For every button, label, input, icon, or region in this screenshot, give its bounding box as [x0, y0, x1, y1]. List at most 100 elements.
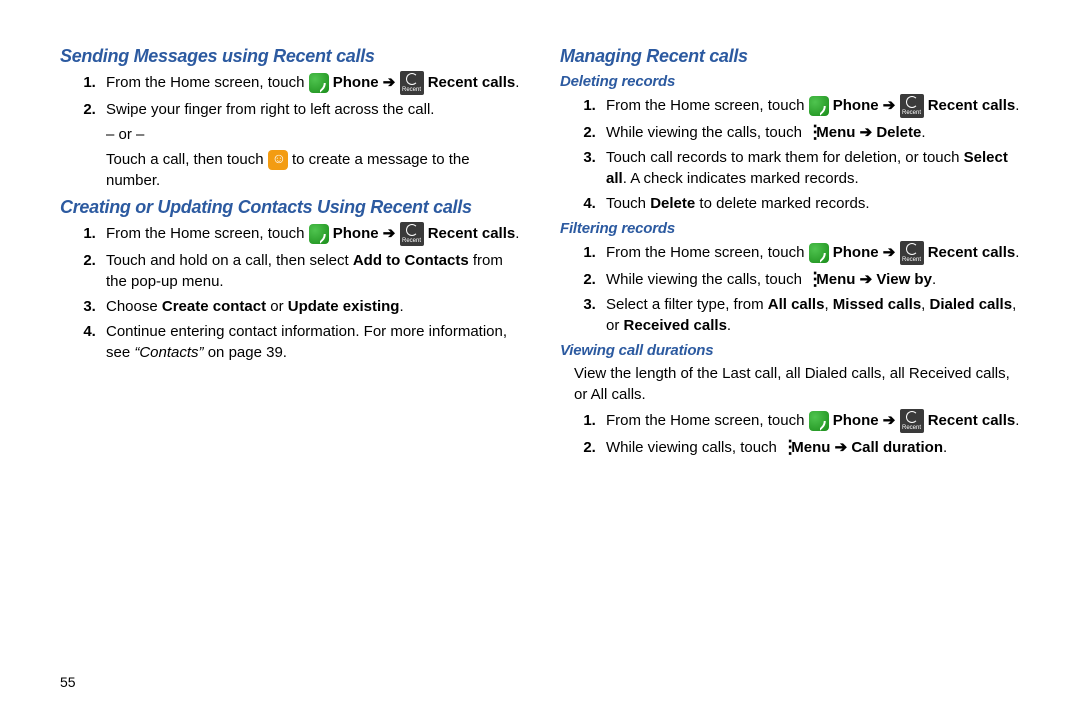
list-item: Swipe your finger from right to left acr…: [100, 99, 520, 191]
list-deleting: From the Home screen, touch Phone Recent…: [560, 94, 1020, 214]
list-creating-contacts: From the Home screen, touch Phone Recent…: [60, 222, 520, 363]
list-sending-messages: From the Home screen, touch Phone Recent…: [60, 71, 520, 191]
phone-label: Phone: [333, 74, 400, 91]
recent-label: Recent calls: [928, 412, 1016, 429]
text: Select a filter type, from: [606, 296, 768, 313]
text: .: [932, 271, 936, 288]
phone-icon: [809, 96, 829, 116]
heading-managing-recent: Managing Recent calls: [560, 46, 1020, 67]
text: While viewing the calls, touch: [606, 124, 806, 141]
menu-label: Menu: [816, 271, 876, 288]
heading-sending-messages: Sending Messages using Recent calls: [60, 46, 520, 67]
menu-label: Menu: [816, 124, 876, 141]
heading-creating-contacts: Creating or Updating Contacts Using Rece…: [60, 197, 520, 218]
bold-text: Missed calls: [833, 296, 921, 313]
menu-label: Menu: [791, 439, 851, 456]
text: ,: [921, 296, 929, 313]
text: .: [1015, 244, 1019, 261]
bold-text: Update existing: [288, 298, 400, 315]
text: .: [515, 225, 519, 242]
subheading-filtering: Filtering records: [560, 220, 1020, 237]
recent-icon: [400, 71, 424, 95]
text: Swipe your finger from right to left acr…: [106, 101, 434, 118]
bold-text: All calls: [768, 296, 825, 313]
text: . A check indicates marked records.: [623, 170, 859, 187]
or-text: – or –: [106, 124, 520, 145]
text: While viewing calls, touch: [606, 439, 781, 456]
recent-icon: [900, 94, 924, 118]
text: Choose: [106, 298, 162, 315]
bold-text: Add to Contacts: [353, 252, 469, 269]
phone-icon: [309, 224, 329, 244]
recent-label: Recent calls: [928, 97, 1016, 114]
list-item: From the Home screen, touch Phone Recent…: [600, 241, 1020, 265]
page-columns: Sending Messages using Recent calls From…: [60, 40, 1020, 464]
recent-label: Recent calls: [428, 225, 516, 242]
message-icon: [268, 150, 288, 170]
bold-text: Create contact: [162, 298, 266, 315]
text: or: [266, 298, 288, 315]
bold-text: Dialed calls: [930, 296, 1013, 313]
intro-durations: View the length of the Last call, all Di…: [574, 363, 1020, 405]
list-durations: From the Home screen, touch Phone Recent…: [560, 409, 1020, 458]
menu-icon: [806, 125, 812, 141]
left-column: Sending Messages using Recent calls From…: [60, 40, 520, 464]
text: on page 39.: [204, 344, 287, 361]
list-item: Touch call records to mark them for dele…: [600, 147, 1020, 189]
phone-label: Phone: [833, 97, 900, 114]
list-item: Touch and hold on a call, then select Ad…: [100, 250, 520, 292]
italic-text: “Contacts”: [134, 344, 203, 361]
phone-icon: [809, 243, 829, 263]
phone-icon: [309, 73, 329, 93]
recent-label: Recent calls: [428, 74, 516, 91]
bold-text: Call duration: [851, 439, 943, 456]
list-item: From the Home screen, touch Phone Recent…: [100, 71, 520, 95]
page-number: 55: [60, 674, 76, 690]
phone-label: Phone: [333, 225, 400, 242]
right-column: Managing Recent calls Deleting records F…: [560, 40, 1020, 464]
text: From the Home screen, touch: [106, 74, 309, 91]
text: .: [727, 317, 731, 334]
list-item: Continue entering contact information. F…: [100, 321, 520, 363]
recent-icon: [400, 222, 424, 246]
menu-icon: [806, 272, 812, 288]
subheading-durations: Viewing call durations: [560, 342, 1020, 359]
text: From the Home screen, touch: [606, 412, 809, 429]
recent-icon: [900, 409, 924, 433]
list-item: Choose Create contact or Update existing…: [100, 296, 520, 317]
text: .: [943, 439, 947, 456]
bold-text: Delete: [650, 195, 695, 212]
phone-label: Phone: [833, 412, 900, 429]
list-item: From the Home screen, touch Phone Recent…: [600, 409, 1020, 433]
text: From the Home screen, touch: [606, 97, 809, 114]
bold-text: Received calls: [624, 317, 727, 334]
list-item: Select a filter type, from All calls, Mi…: [600, 294, 1020, 336]
text: While viewing the calls, touch: [606, 271, 806, 288]
text: From the Home screen, touch: [106, 225, 309, 242]
text: Touch a call, then touch: [106, 151, 268, 168]
text: .: [921, 124, 925, 141]
list-item: Touch Delete to delete marked records.: [600, 193, 1020, 214]
list-item: While viewing the calls, touch MenuView …: [600, 269, 1020, 290]
phone-label: Phone: [833, 244, 900, 261]
text: .: [399, 298, 403, 315]
menu-icon: [781, 440, 787, 456]
list-filtering: From the Home screen, touch Phone Recent…: [560, 241, 1020, 336]
text: Touch: [606, 195, 650, 212]
text: to delete marked records.: [695, 195, 869, 212]
list-item: From the Home screen, touch Phone Recent…: [600, 94, 1020, 118]
text: Touch call records to mark them for dele…: [606, 149, 964, 166]
subheading-deleting: Deleting records: [560, 73, 1020, 90]
text: From the Home screen, touch: [606, 244, 809, 261]
text: Touch and hold on a call, then select: [106, 252, 353, 269]
list-item: While viewing calls, touch MenuCall dura…: [600, 437, 1020, 458]
list-item: From the Home screen, touch Phone Recent…: [100, 222, 520, 246]
bold-text: View by: [876, 271, 932, 288]
text: .: [515, 74, 519, 91]
recent-label: Recent calls: [928, 244, 1016, 261]
text: .: [1015, 412, 1019, 429]
list-item: While viewing the calls, touch MenuDelet…: [600, 122, 1020, 143]
text: .: [1015, 97, 1019, 114]
text: ,: [824, 296, 832, 313]
bold-text: Delete: [876, 124, 921, 141]
